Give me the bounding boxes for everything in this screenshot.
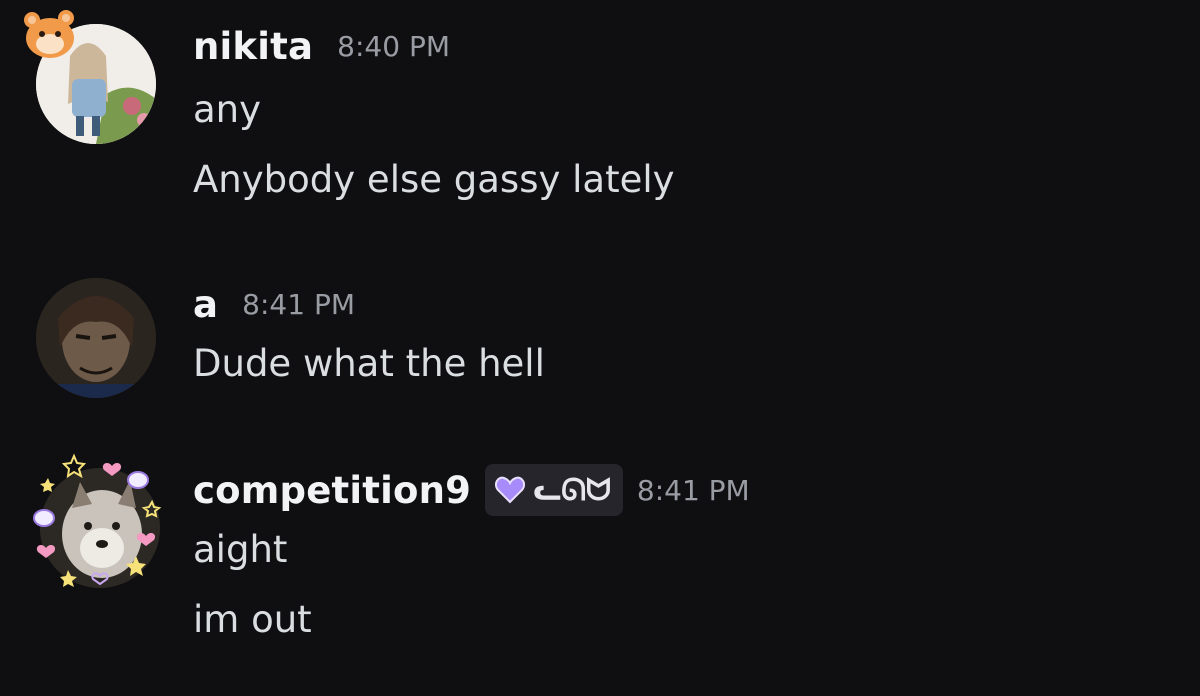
username[interactable]: a — [193, 283, 218, 326]
server-tag-text: ᓚᘏᗢ — [533, 472, 611, 508]
timestamp[interactable]: 8:41 PM — [242, 288, 355, 321]
username[interactable]: competition9 — [193, 469, 471, 512]
chat-message-list: nikita 8:40 PM any Anybody else gassy la… — [0, 0, 1200, 696]
message-text: aight — [193, 528, 288, 571]
message-text: im out — [193, 598, 312, 641]
purple-heart-icon — [495, 476, 526, 504]
username[interactable]: nikita — [193, 25, 313, 68]
avatar[interactable] — [36, 278, 156, 398]
message-group-a: a 8:41 PM Dude what the hell — [0, 270, 1200, 420]
hamster-decoration-icon — [24, 10, 74, 58]
message-text: Dude what the hell — [193, 342, 545, 385]
message-text: Anybody else gassy lately — [193, 158, 675, 201]
avatar-decoration-wrap[interactable] — [28, 270, 168, 410]
message-header: nikita 8:40 PM — [193, 22, 450, 70]
message-group-nikita: nikita 8:40 PM any Anybody else gassy la… — [0, 0, 1200, 240]
message-header: a 8:41 PM — [193, 280, 355, 328]
avatar-image — [36, 278, 156, 398]
message-group-competition9: competition9 ᓚᘏᗢ 8:41 PM aight im out — [0, 452, 1200, 696]
avatar-decoration-wrap[interactable] — [26, 452, 166, 592]
avatar-decoration-wrap[interactable] — [20, 6, 160, 146]
timestamp[interactable]: 8:41 PM — [637, 474, 750, 507]
message-text: any — [193, 88, 262, 131]
message-header: competition9 ᓚᘏᗢ 8:41 PM — [193, 462, 750, 518]
cute-frame-decoration-icon — [33, 453, 162, 587]
server-tag[interactable]: ᓚᘏᗢ — [485, 464, 623, 516]
timestamp[interactable]: 8:40 PM — [337, 30, 450, 63]
